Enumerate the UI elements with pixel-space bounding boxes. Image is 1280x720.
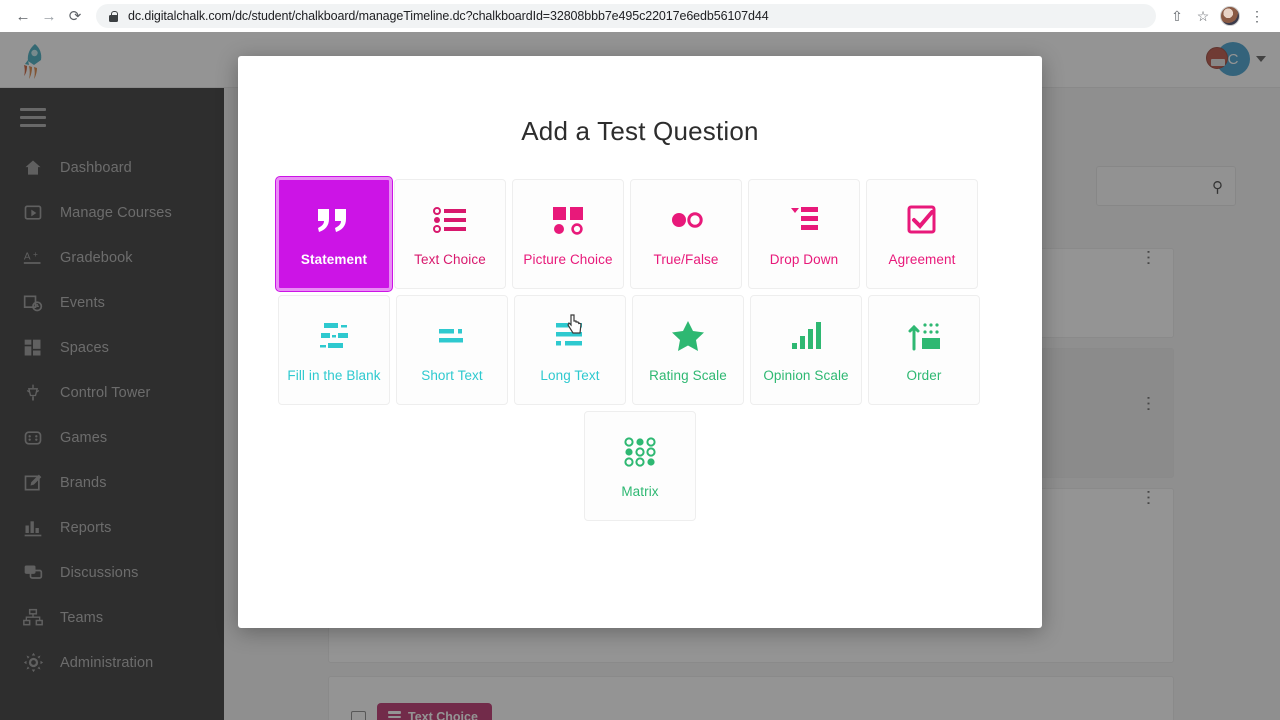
question-type-grid-row2: Matrix (278, 411, 1002, 521)
two-circles-icon (668, 202, 704, 238)
reload-icon[interactable]: ⟳ (62, 3, 88, 29)
question-type-tile-statement[interactable]: Statement (276, 177, 392, 291)
page-title: Add a Test Question (521, 116, 759, 146)
question-type-label: Opinion Scale (763, 367, 849, 383)
star-icon[interactable]: ☆ (1190, 3, 1216, 29)
question-type-grid: Statement Text Choice Picture Choice Tru… (276, 177, 1002, 405)
question-type-tile-text-choice[interactable]: Text Choice (394, 179, 506, 289)
question-type-label: Fill in the Blank (287, 367, 381, 383)
profile-avatar[interactable] (1220, 6, 1240, 26)
question-type-label: Long Text (540, 367, 600, 383)
add-question-modal: Add a Test Question Statement Text Choic… (238, 56, 1042, 628)
question-type-label: Statement (300, 251, 368, 267)
picture-choice-icon (550, 202, 586, 238)
kebab-menu-icon[interactable]: ⋮ (1244, 3, 1270, 29)
question-type-label: Rating Scale (649, 367, 727, 383)
question-type-label: Short Text (421, 367, 483, 383)
back-arrow-icon[interactable]: ← (10, 3, 36, 29)
question-type-tile-drop-down[interactable]: Drop Down (748, 179, 860, 289)
question-type-tile-order[interactable]: Order (868, 295, 980, 405)
bar-levels-icon (790, 318, 822, 354)
question-type-tile-short-text[interactable]: Short Text (396, 295, 508, 405)
star-icon (671, 318, 705, 354)
mouse-cursor (567, 314, 582, 334)
question-type-tile-picture-choice[interactable]: Picture Choice (512, 179, 624, 289)
quote-icon (316, 202, 352, 238)
order-arrow-icon (907, 318, 941, 354)
question-type-label: True/False (653, 251, 719, 267)
app-shell: C Dashboard Manage Courses A+ Gradebook … (0, 32, 1280, 720)
browser-toolbar: ← → ⟳ dc.digitalchalk.com/dc/student/cha… (0, 0, 1280, 32)
matrix-dots-icon (623, 434, 657, 470)
share-icon[interactable]: ⇧ (1164, 3, 1190, 29)
checkbox-check-icon (906, 202, 938, 238)
question-type-tile-opinion-scale[interactable]: Opinion Scale (750, 295, 862, 405)
short-text-icon (434, 318, 470, 354)
question-type-label: Matrix (621, 483, 659, 499)
question-type-tile-fill-in-the-blank[interactable]: Fill in the Blank (278, 295, 390, 405)
fill-blank-icon (316, 318, 352, 354)
question-type-label: Picture Choice (523, 251, 613, 267)
question-type-tile-agreement[interactable]: Agreement (866, 179, 978, 289)
lock-icon (108, 10, 119, 23)
question-type-tile-long-text[interactable]: Long Text (514, 295, 626, 405)
forward-arrow-icon[interactable]: → (36, 3, 62, 29)
question-type-tile-true-false[interactable]: True/False (630, 179, 742, 289)
address-bar[interactable]: dc.digitalchalk.com/dc/student/chalkboar… (96, 4, 1156, 28)
dropdown-icon (788, 202, 820, 238)
url-text: dc.digitalchalk.com/dc/student/chalkboar… (128, 9, 769, 23)
list-radio-icon (432, 202, 468, 238)
question-type-label: Agreement (888, 251, 956, 267)
question-type-label: Text Choice (414, 251, 486, 267)
question-type-tile-matrix[interactable]: Matrix (584, 411, 696, 521)
question-type-label: Drop Down (769, 251, 839, 267)
question-type-tile-rating-scale[interactable]: Rating Scale (632, 295, 744, 405)
question-type-label: Order (906, 367, 942, 383)
